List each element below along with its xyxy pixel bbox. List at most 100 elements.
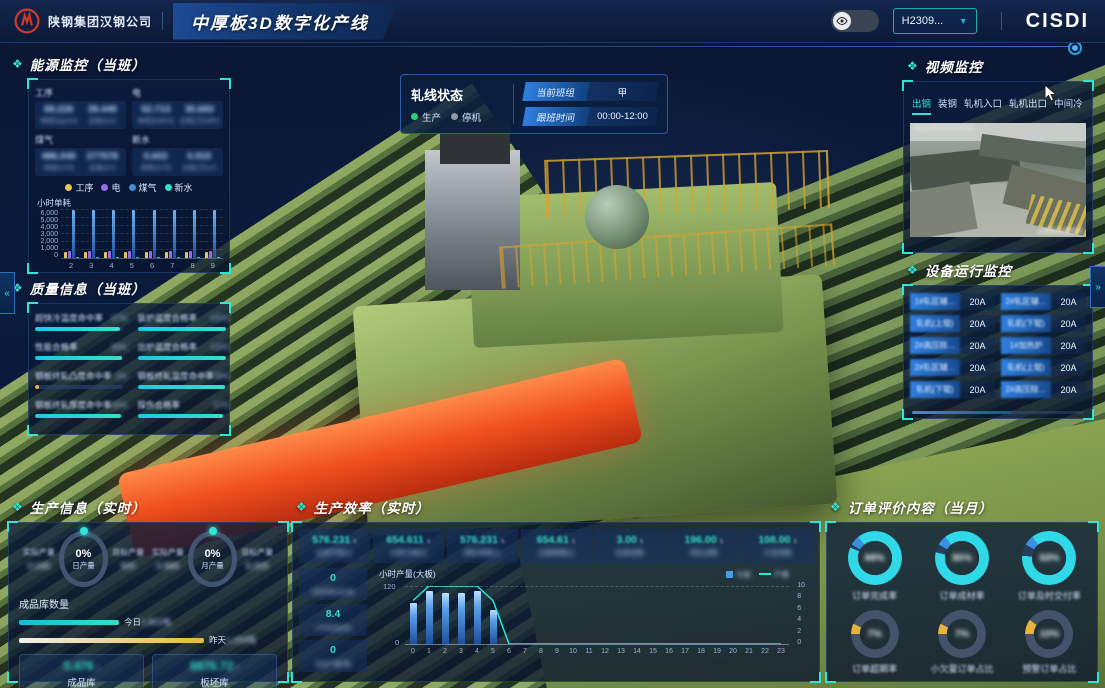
energy-bar-chart: 6,0005,0004,0003,0002,0001,000023456789 <box>35 210 223 270</box>
status-dot-icon <box>451 113 458 120</box>
device-item[interactable]: 2#轧区辅…20A <box>910 359 995 376</box>
corner-icon <box>7 521 18 532</box>
device-scrollbar[interactable] <box>912 411 1084 414</box>
panel-devices-title: ❖ 设备运行监控 <box>907 260 1093 280</box>
hourly-chart-title: 小时产量(大板) <box>379 568 436 580</box>
x-tick: 23 <box>773 648 789 655</box>
corner-icon <box>291 521 302 532</box>
x-tick: 3 <box>453 648 469 655</box>
order-label: 小欠量订单占比 <box>930 662 993 675</box>
scrollbar-thumb[interactable] <box>912 411 1012 414</box>
camera-tab-0[interactable]: 出钢 <box>912 96 931 115</box>
quality-value: 3% <box>116 372 128 381</box>
panel-devices: ❖ 设备运行监控 1#轧区辅…20A2#轧区辅…20A轧机(上辊)20A轧机(下… <box>903 260 1093 419</box>
camera-tabs: 出钢装钢轧机入口轧机出口中间冷电加热 <box>912 96 1086 115</box>
heat-number-value: H2309... <box>902 15 944 27</box>
quality-item: 钢板终轧厚度命中率98% <box>35 399 128 418</box>
status-legend-label: 生产 <box>422 110 441 124</box>
energy-value: 68.226 <box>37 104 81 115</box>
efficiency-side-stat: 0当班待轧坯(块) <box>299 568 367 600</box>
energy-unit: 单耗(kgce/t) <box>37 116 81 126</box>
heat-number-select[interactable]: H2309... ▼ <box>893 8 977 34</box>
panel-efficiency: ❖ 生产效率（实时） 576.231 s轧制节奏(s)654.611 s出钢节奏… <box>292 497 820 682</box>
order-donut-wrap: 93% <box>1022 531 1076 585</box>
x-tick: 8 <box>533 648 549 655</box>
donut-label: 月产量 <box>201 560 224 571</box>
device-label: 2#轧区辅… <box>910 359 960 376</box>
device-item[interactable]: 轧机(上辊)20A <box>910 315 995 332</box>
corner-icon <box>902 80 913 91</box>
gridline <box>61 233 223 234</box>
progress-fill <box>138 414 223 418</box>
panel-line-status: 轧线状态 生产停机 当前班组甲跟班时间00:00-12:00 <box>400 74 668 134</box>
page-title: 中厚板3D数字化产线 <box>191 14 369 33</box>
stock-boxes: 0.476 t成品库8876.72 t板坯库 <box>19 654 277 688</box>
collapse-right-tab[interactable]: » <box>1090 266 1105 308</box>
y-tick: 5,000 <box>35 217 58 224</box>
x-axis-labels: 01234567891011121314151617181920212223 <box>405 648 789 655</box>
y-tick: 0 <box>35 252 58 259</box>
collapse-left-tab[interactable]: « <box>0 272 15 314</box>
visibility-toggle[interactable] <box>831 10 879 32</box>
x-tick: 10 <box>565 648 581 655</box>
camera-tab-3[interactable]: 轧机出口 <box>1009 96 1047 115</box>
line-status-legend: 生产停机 <box>411 110 503 124</box>
x-tick: 6 <box>150 261 154 270</box>
progress-fill <box>35 327 120 331</box>
bar <box>165 252 168 258</box>
header-divider-2 <box>1001 12 1002 30</box>
right-tick: 8 <box>797 593 805 600</box>
camera-tab-4[interactable]: 中间冷 <box>1054 96 1083 115</box>
device-item[interactable]: 1#轧区辅…20A <box>910 293 995 310</box>
side-stat-value: 0 <box>330 572 336 584</box>
stat-label: 过钢周期(s) <box>538 548 574 558</box>
status-info-value: 甲 <box>588 85 657 99</box>
corner-icon <box>27 78 38 89</box>
hourly-chart-plot <box>405 586 789 645</box>
stock-box-label: 板坯库 <box>200 675 229 688</box>
camera-tab-2[interactable]: 轧机入口 <box>964 96 1002 115</box>
device-item[interactable]: 1#加热炉20A <box>1001 337 1086 354</box>
energy-chart-plot <box>61 210 223 259</box>
x-tick: 17 <box>677 648 693 655</box>
efficiency-side-stat: 8.4小时轧制(块) <box>299 604 367 636</box>
device-value: 20A <box>1051 293 1086 310</box>
progress-fill <box>138 385 225 389</box>
quality-label: 钢板终轧温度命中率 <box>138 370 215 382</box>
device-item[interactable]: 轧机(上辊)20A <box>1001 359 1086 376</box>
donut-percent: 0% <box>205 548 221 560</box>
corner-icon <box>220 302 231 313</box>
stock-bar-value: 1,801吨 <box>141 617 171 627</box>
gridline <box>61 217 223 218</box>
device-item[interactable]: 2#轧区辅…20A <box>1001 293 1086 310</box>
efficiency-stat: 654.611 s出钢节奏(s) <box>373 529 444 563</box>
device-item[interactable]: 2#高压除…20A <box>910 337 995 354</box>
y-tick: 1,000 <box>35 245 58 252</box>
x-tick: 8 <box>191 261 195 270</box>
diamond-icon: ❖ <box>296 500 308 514</box>
corner-icon <box>825 521 836 532</box>
progress-track <box>138 385 226 389</box>
device-item[interactable]: 轧机(下辊)20A <box>1001 315 1086 332</box>
x-tick: 4 <box>110 261 114 270</box>
right-tick: 2 <box>797 628 805 635</box>
stock-bar-value: 1,293吨 <box>226 635 256 645</box>
bar <box>84 252 87 258</box>
y-tick: 3,000 <box>35 231 58 238</box>
camera-feed[interactable]: 2023-09-18 12:00:00 出钢辊道摄像机 <box>910 123 1086 237</box>
bar <box>217 257 220 258</box>
device-item[interactable]: 轧机(下辊)20A <box>910 381 995 398</box>
quality-value: 99% <box>214 372 230 381</box>
x-tick: 21 <box>741 648 757 655</box>
corner-icon <box>220 263 231 274</box>
device-item[interactable]: 2#高压除…20A <box>1001 381 1086 398</box>
stock-bar-fill <box>19 620 119 625</box>
x-tick: 22 <box>757 648 773 655</box>
stat-label: 轧制节奏(s) <box>316 548 352 558</box>
x-tick: 0 <box>405 648 421 655</box>
progress-track <box>35 385 123 389</box>
corner-icon <box>902 243 913 254</box>
camera-tab-1[interactable]: 装钢 <box>938 96 957 115</box>
corner-icon <box>220 425 231 436</box>
corner-icon <box>291 672 302 683</box>
